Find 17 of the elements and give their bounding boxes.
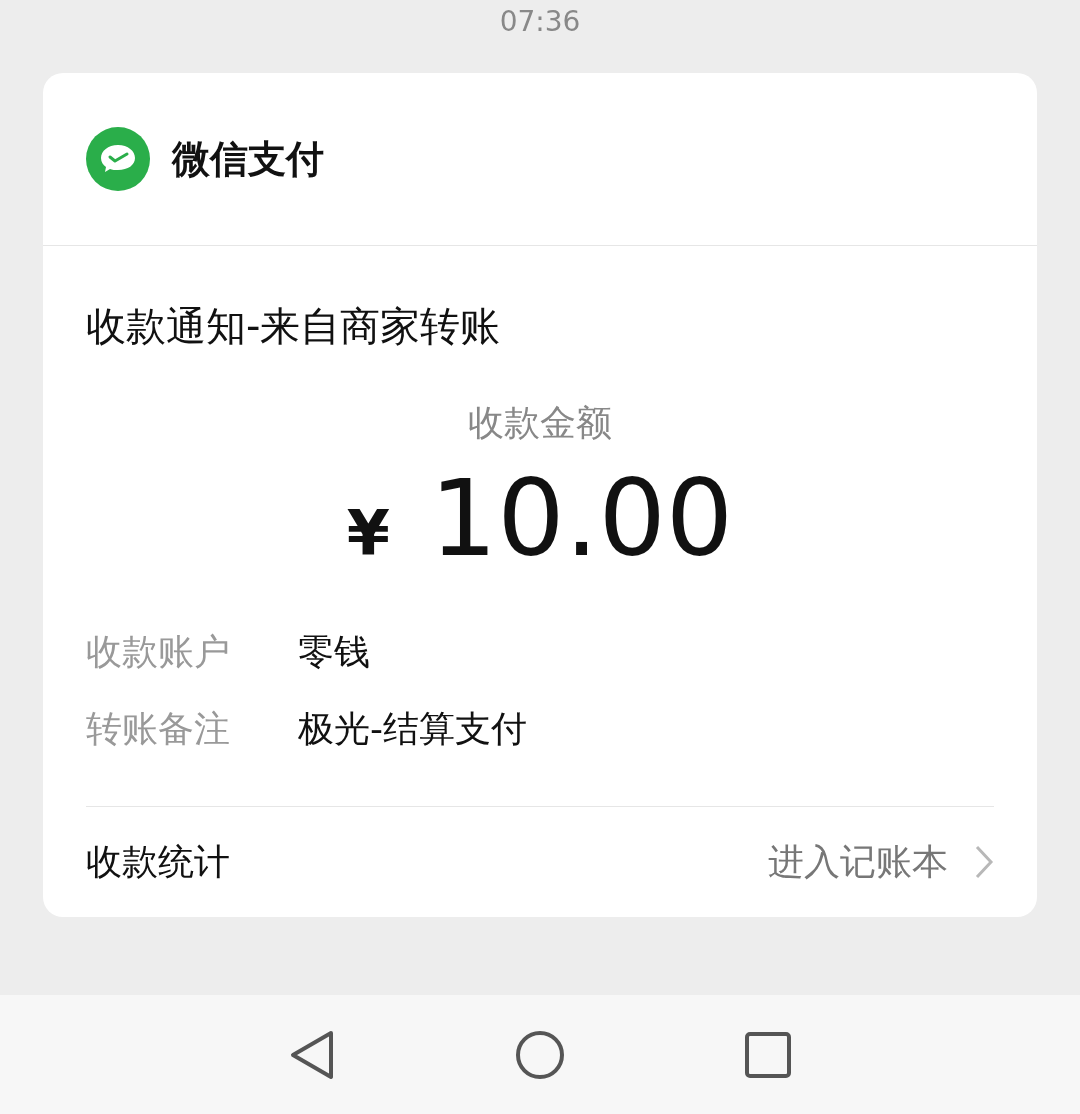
recent-apps-icon[interactable] — [745, 1031, 791, 1078]
ledger-link[interactable]: 进入记账本 — [768, 837, 948, 887]
detail-value: 零钱 — [298, 630, 370, 674]
app-name: 微信支付 — [172, 135, 324, 183]
stats-label: 收款统计 — [86, 839, 231, 884]
chat-bubble-check-icon — [86, 127, 150, 191]
home-icon[interactable] — [515, 1029, 565, 1080]
amount-value: 10.00 — [429, 456, 734, 582]
status-time: 07:36 — [499, 4, 581, 40]
back-icon[interactable] — [289, 1029, 335, 1080]
chevron-right-icon — [974, 844, 994, 880]
detail-label: 转账备注 — [86, 707, 231, 751]
amount-label: 收款金额 — [468, 402, 612, 443]
currency-symbol: ¥ — [346, 497, 390, 570]
notification-title: 收款通知-来自商家转账 — [86, 302, 502, 351]
detail-label: 收款账户 — [86, 630, 231, 674]
detail-value: 极光-结算支付 — [298, 707, 527, 751]
